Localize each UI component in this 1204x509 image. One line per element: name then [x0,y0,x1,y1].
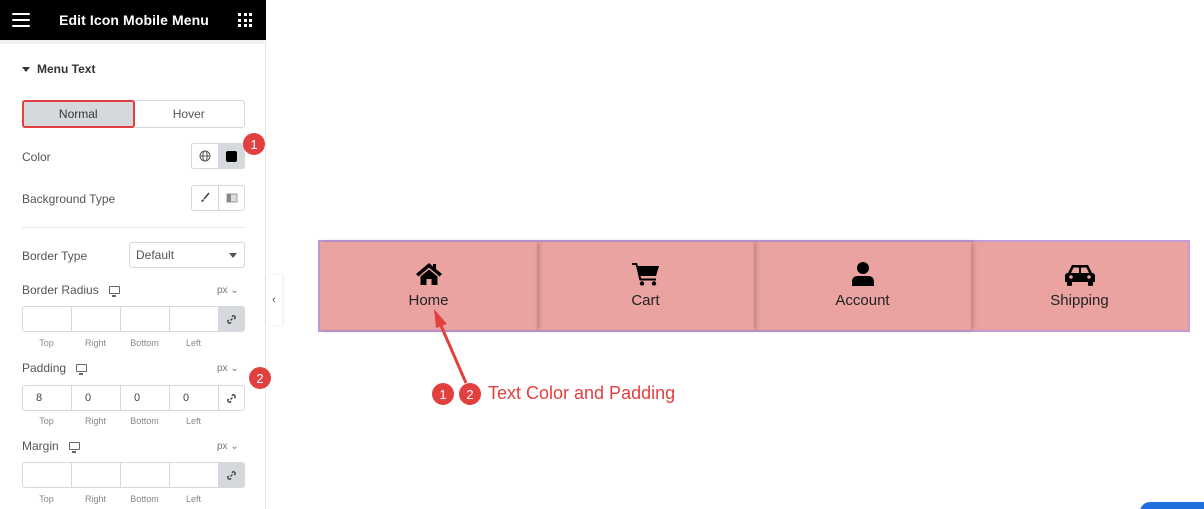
annotation-arrow [434,309,468,384]
annotation-badge-2: 2 [459,383,481,405]
floating-button-edge[interactable] [1140,502,1204,509]
annotation-text: Text Color and Padding [488,383,676,403]
annotation-badge-1: 1 [432,383,454,405]
